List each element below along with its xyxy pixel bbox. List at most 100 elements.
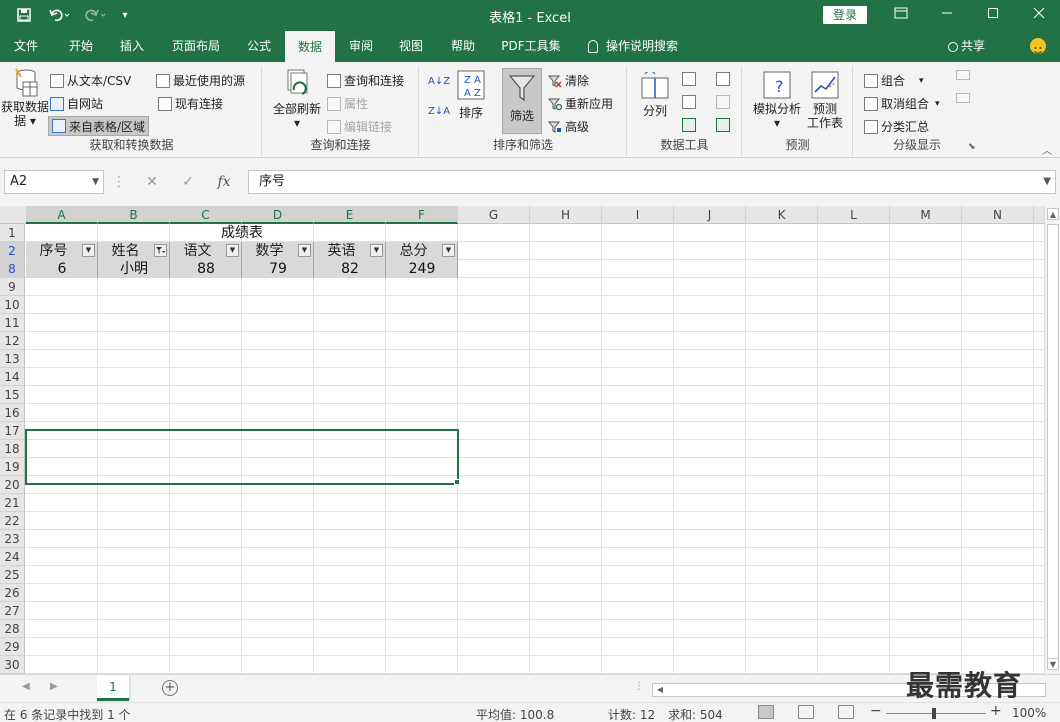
zoom-slider-thumb[interactable] [932, 708, 936, 719]
row-header-28[interactable]: 28 [0, 620, 25, 638]
row-header-13[interactable]: 13 [0, 350, 25, 368]
filter-dropdown-icon[interactable]: ▼ [370, 244, 383, 257]
table-title[interactable]: 成绩表 [26, 224, 458, 242]
column-header-k[interactable]: K [746, 206, 818, 224]
from-text-csv-button[interactable]: 从文本/CSV [50, 72, 131, 89]
data-validation-icon[interactable] [682, 118, 696, 132]
subtotal-button[interactable]: 分类汇总 [864, 118, 929, 135]
column-header-g[interactable]: G [458, 206, 530, 224]
page-break-view-icon[interactable] [838, 705, 854, 719]
row-header-22[interactable]: 22 [0, 512, 25, 530]
properties-button[interactable]: 属性 [327, 95, 368, 112]
table-cell[interactable]: 88 [170, 260, 242, 278]
hide-detail-icon[interactable] [956, 93, 970, 103]
tab-data[interactable]: 数据 [285, 30, 335, 62]
insert-function-icon[interactable]: fx [212, 170, 236, 194]
row-header-27[interactable]: 27 [0, 602, 25, 620]
zoom-out-icon[interactable]: − [870, 703, 882, 719]
show-detail-icon[interactable] [956, 70, 970, 80]
flash-fill-icon[interactable] [682, 72, 696, 86]
row-header-21[interactable]: 21 [0, 494, 25, 512]
tab-review[interactable]: 审阅 [338, 30, 384, 62]
row-header-23[interactable]: 23 [0, 530, 25, 548]
row-header-2[interactable]: 2 [0, 242, 25, 260]
row-header-14[interactable]: 14 [0, 368, 25, 386]
scroll-up-icon[interactable]: ▲ [1047, 208, 1059, 220]
table-header-cell[interactable]: 姓名 [98, 242, 170, 260]
what-if-analysis-button[interactable]: ? 模拟分析 ▾ [751, 70, 803, 130]
table-cell[interactable]: 小明 [98, 260, 170, 278]
minimize-icon[interactable] [934, 4, 960, 26]
row-header-8[interactable]: 8 [0, 260, 25, 278]
scroll-down-icon[interactable]: ▼ [1047, 658, 1059, 670]
column-header-b[interactable]: B [98, 206, 170, 224]
add-sheet-icon[interactable]: + [162, 680, 178, 696]
zoom-level[interactable]: 100% [1012, 706, 1046, 720]
maximize-icon[interactable] [980, 4, 1006, 26]
edit-links-button[interactable]: 编辑链接 [327, 118, 392, 135]
row-header-20[interactable]: 20 [0, 476, 25, 494]
page-layout-view-icon[interactable] [798, 705, 814, 719]
column-header-d[interactable]: D [242, 206, 314, 224]
tab-page-layout[interactable]: 页面布局 [164, 30, 228, 62]
table-header-cell[interactable]: 语文 ▼ [170, 242, 242, 260]
row-header-19[interactable]: 19 [0, 458, 25, 476]
dialog-launcher-icon[interactable]: ⬊ [968, 142, 976, 152]
enter-icon[interactable]: ✓ [176, 170, 200, 194]
recent-sources-button[interactable]: 最近使用的源 [156, 72, 245, 89]
column-header-e[interactable]: E [314, 206, 386, 224]
share-button[interactable]: 共享 [948, 30, 985, 62]
smiley-feedback-icon[interactable] [1030, 38, 1046, 54]
login-button[interactable]: 登录 [823, 6, 867, 24]
filter-dropdown-icon[interactable]: ▼ [82, 244, 95, 257]
sheet-prev-icon[interactable]: ◀ [22, 681, 30, 692]
column-header-j[interactable]: J [674, 206, 746, 224]
forecast-sheet-button[interactable]: 预测 工作表 [805, 70, 845, 130]
table-cell[interactable]: 82 [314, 260, 386, 278]
row-header-10[interactable]: 10 [0, 296, 25, 314]
worksheet-grid[interactable]: ABCDEFGHIJKLMN 1 2 8 9 10 11 12 13 14 15 16 17 18 19 2… [0, 206, 1060, 674]
row-header-24[interactable]: 24 [0, 548, 25, 566]
text-to-columns-button[interactable]: 分列 [638, 70, 672, 118]
sheet-tab-1[interactable]: 1 [97, 675, 129, 701]
tab-pdf-tools[interactable]: PDF工具集 [494, 30, 568, 62]
table-header-cell[interactable]: 总分 ▼ [386, 242, 458, 260]
split-handle-icon[interactable]: ⋮ [634, 681, 644, 692]
normal-view-icon[interactable] [758, 705, 774, 719]
column-header-a[interactable]: A [26, 206, 98, 224]
column-header-n[interactable]: N [962, 206, 1034, 224]
row-header-16[interactable]: 16 [0, 404, 25, 422]
tab-formulas[interactable]: 公式 [236, 30, 282, 62]
row-header-18[interactable]: 18 [0, 440, 25, 458]
get-data-button[interactable]: 获取数据 据 ▾ [1, 68, 49, 128]
filter-dropdown-icon[interactable]: ▼ [442, 244, 455, 257]
table-cell[interactable]: 249 [386, 260, 458, 278]
expand-formula-icon[interactable]: ▼ [1043, 171, 1051, 193]
table-cell[interactable]: 79 [242, 260, 314, 278]
tab-help[interactable]: 帮助 [440, 30, 486, 62]
queries-connections-button[interactable]: 查询和连接 [327, 72, 404, 89]
close-icon[interactable] [1026, 4, 1052, 26]
column-header-h[interactable]: H [530, 206, 602, 224]
from-web-button[interactable]: 自网站 [50, 95, 103, 112]
filter-button[interactable]: 筛选 [502, 68, 542, 134]
zoom-in-icon[interactable]: + [990, 703, 1002, 719]
from-table-range-button[interactable]: 来自表格/区域 [48, 116, 150, 136]
filter-dropdown-icon[interactable]: ▼ [298, 244, 311, 257]
row-header-1[interactable]: 1 [0, 224, 25, 242]
more-options-icon[interactable]: ⋮ [112, 170, 126, 194]
formula-input[interactable]: 序号 ▼ [248, 170, 1056, 194]
row-header-11[interactable]: 11 [0, 314, 25, 332]
sort-za-icon[interactable]: Z↓A [428, 106, 450, 117]
cancel-icon[interactable]: ✕ [140, 170, 164, 194]
ribbon-display-icon[interactable] [888, 4, 914, 26]
row-header-29[interactable]: 29 [0, 638, 25, 656]
refresh-all-button[interactable]: 全部刷新 ▾ [269, 68, 325, 130]
fill-handle[interactable] [454, 479, 460, 485]
table-header-cell[interactable]: 序号 ▼ [26, 242, 98, 260]
table-header-cell[interactable]: 数学 ▼ [242, 242, 314, 260]
clear-filter-button[interactable]: 清除 [547, 72, 589, 89]
reapply-button[interactable]: 重新应用 [547, 95, 613, 112]
chevron-down-icon[interactable]: ▼ [92, 171, 99, 193]
tab-home[interactable]: 开始 [58, 30, 104, 62]
